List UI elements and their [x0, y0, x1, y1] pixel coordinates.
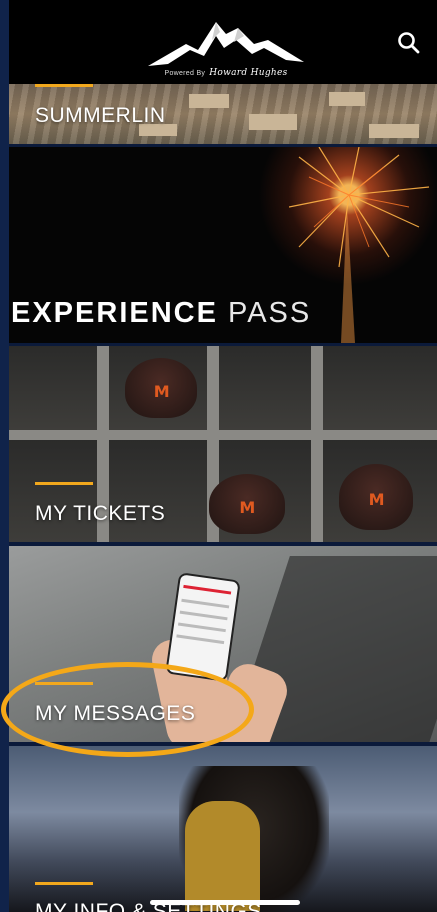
- search-icon[interactable]: [396, 30, 422, 56]
- helmet-image: M: [125, 358, 197, 418]
- powered-by-text: Powered By Howard Hughes: [146, 68, 306, 78]
- home-indicator[interactable]: [150, 900, 300, 905]
- phone-row: [181, 598, 230, 609]
- experience-label: EXPERIENCE: [11, 297, 218, 329]
- house-image: [189, 94, 229, 108]
- card-my-tickets-label: MY TICKETS: [35, 502, 166, 525]
- cubby: [213, 346, 317, 436]
- house-image: [369, 124, 419, 138]
- card-my-messages[interactable]: MY MESSAGES: [9, 546, 437, 742]
- mountain-logo-icon: Powered By Howard Hughes: [146, 14, 306, 80]
- app-header: Powered By Howard Hughes: [9, 0, 437, 84]
- card-summerlin[interactable]: SUMMERLIN: [9, 84, 437, 144]
- accent-line: [35, 882, 93, 885]
- phone-header: [183, 584, 232, 595]
- accent-line: [35, 84, 93, 87]
- jacket-image: [185, 801, 260, 911]
- cubby: [317, 346, 437, 436]
- card-my-messages-label: MY MESSAGES: [35, 702, 196, 725]
- house-image: [329, 92, 365, 106]
- accent-line: [35, 482, 93, 485]
- house-image: [249, 114, 297, 130]
- phone-row: [177, 622, 226, 633]
- phone-row: [176, 634, 225, 645]
- card-experience-pass[interactable]: EXPERIENCE PASS: [9, 147, 437, 343]
- frame-border: [0, 0, 9, 912]
- phone-row: [179, 610, 228, 621]
- cubby: [9, 346, 103, 436]
- experience-pass-title: EXPERIENCE PASS: [11, 297, 311, 330]
- helmet-image: M: [339, 464, 413, 530]
- card-my-info-settings[interactable]: MY INFO & SETTINGS: [9, 746, 437, 912]
- card-summerlin-label: SUMMERLIN: [35, 104, 166, 127]
- helmet-image: M: [209, 474, 285, 534]
- accent-line: [35, 682, 93, 685]
- card-my-tickets[interactable]: M M M MY TICKETS: [9, 346, 437, 542]
- powered-by-label: Powered By: [164, 70, 206, 77]
- pass-label: PASS: [228, 297, 312, 329]
- brand-signature: Howard Hughes: [209, 68, 288, 78]
- phone-image: [165, 572, 241, 682]
